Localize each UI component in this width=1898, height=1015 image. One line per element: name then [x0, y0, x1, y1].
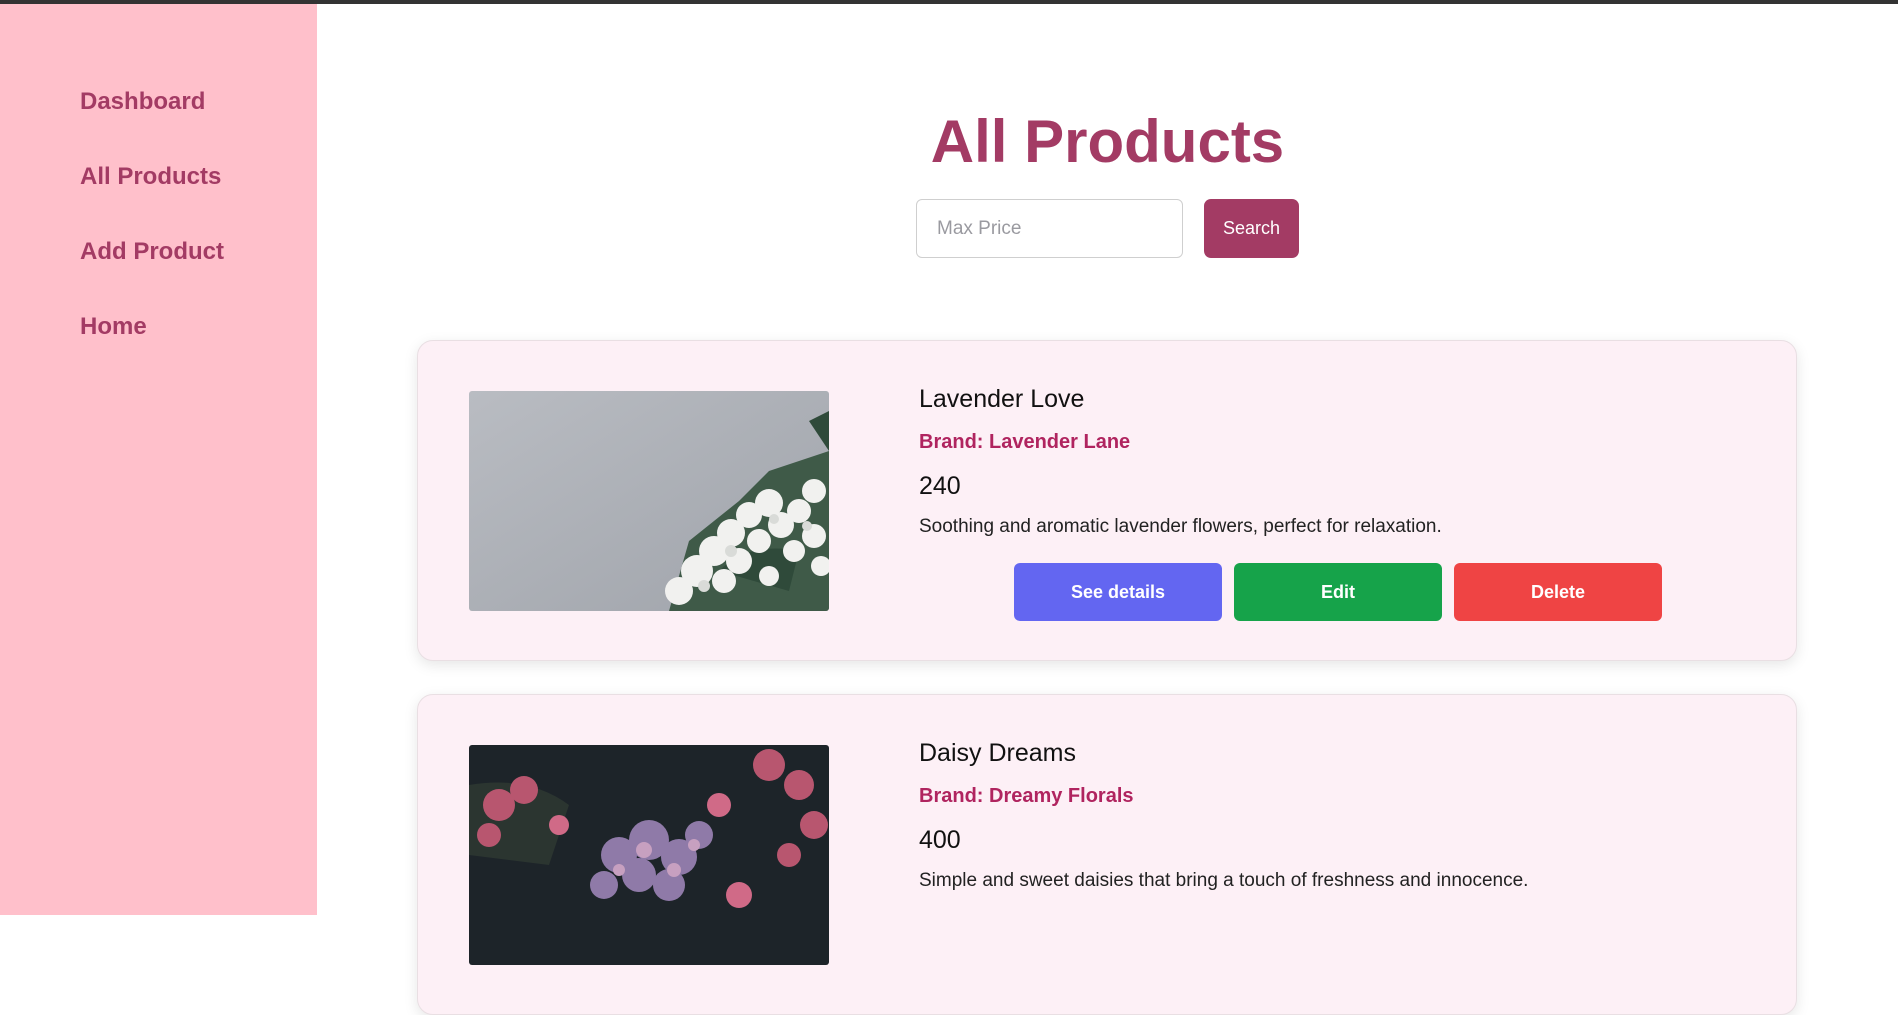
sidebar-item-home[interactable]: Home [80, 313, 147, 341]
product-description: Simple and sweet daisies that bring a to… [919, 870, 1529, 891]
see-details-button[interactable]: See details [1014, 563, 1222, 621]
sidebar-item-add-product[interactable]: Add Product [80, 238, 224, 266]
sidebar: Dashboard All Products Add Product Home [0, 4, 317, 915]
product-card: Lavender Love Brand: Lavender Lane 240 S… [417, 340, 1797, 661]
product-image-white-lilac [469, 391, 829, 611]
product-name: Lavender Love [919, 385, 1085, 413]
product-image-hydrangea [469, 745, 829, 965]
product-price: 400 [919, 826, 961, 854]
main-content: All Products Search [317, 4, 1898, 1015]
product-price: 240 [919, 472, 961, 500]
sidebar-item-all-products[interactable]: All Products [80, 163, 221, 191]
sidebar-item-dashboard[interactable]: Dashboard [80, 88, 205, 116]
edit-button[interactable]: Edit [1234, 563, 1442, 621]
product-name: Daisy Dreams [919, 739, 1076, 767]
delete-button[interactable]: Delete [1454, 563, 1662, 621]
product-card: Daisy Dreams Brand: Dreamy Florals 400 S… [417, 694, 1797, 1015]
product-brand: Brand: Lavender Lane [919, 431, 1131, 453]
search-button[interactable]: Search [1204, 199, 1299, 258]
max-price-input[interactable] [916, 199, 1183, 258]
product-brand: Brand: Dreamy Florals [919, 785, 1134, 807]
product-description: Soothing and aromatic lavender flowers, … [919, 516, 1442, 537]
page-title: All Products [930, 108, 1285, 175]
